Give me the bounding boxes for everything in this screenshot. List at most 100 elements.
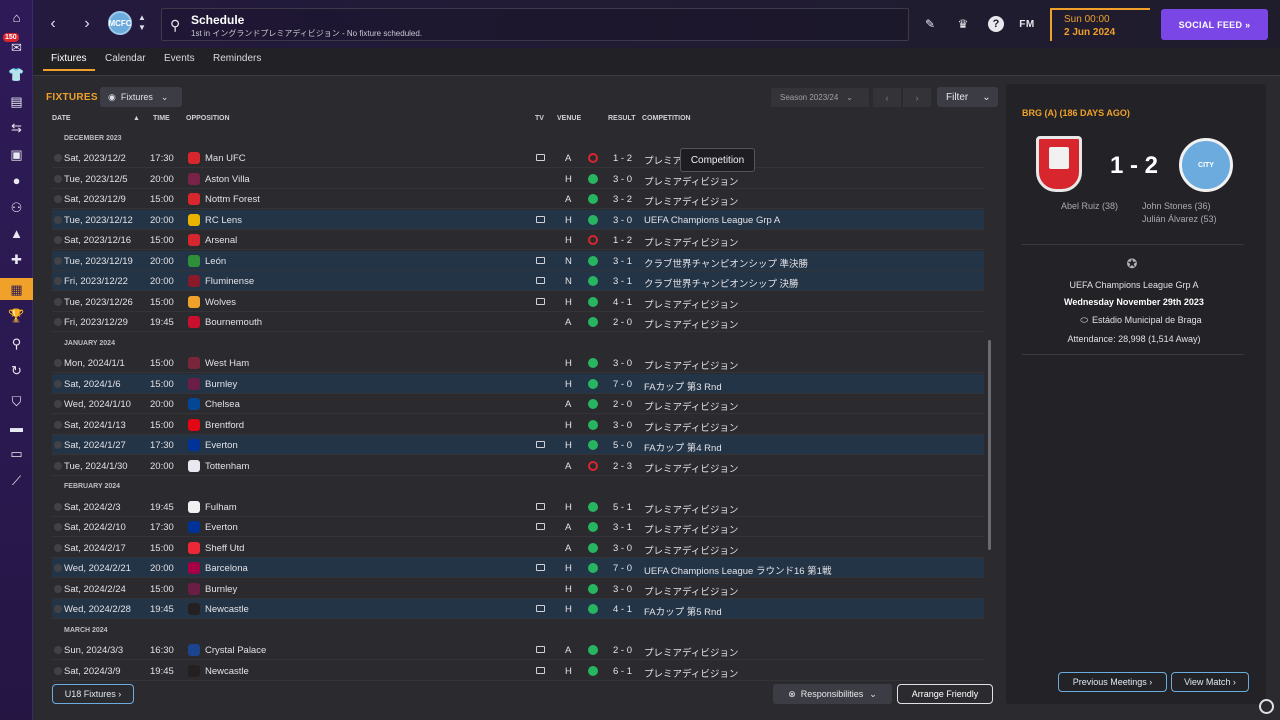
fixture-opponent[interactable]: RC Lens <box>205 215 242 226</box>
opponent-crest-icon[interactable] <box>188 255 200 267</box>
fixture-opponent[interactable]: West Ham <box>205 358 249 369</box>
fixture-competition[interactable]: プレミアディビジョン <box>644 584 738 598</box>
fixture-competition[interactable]: プレミアディビジョン <box>644 461 738 475</box>
opponent-crest-icon[interactable] <box>188 378 200 390</box>
opponent-crest-icon[interactable] <box>188 665 200 677</box>
opponent-crest-icon[interactable] <box>188 439 200 451</box>
u18-fixtures-button[interactable]: U18 Fixtures › <box>52 684 134 704</box>
opponent-crest-icon[interactable] <box>188 398 200 410</box>
ball-icon[interactable]: ● <box>6 170 27 191</box>
help-circle-icon[interactable] <box>1259 699 1274 714</box>
tab-fixtures[interactable]: Fixtures <box>51 53 87 64</box>
fixture-result[interactable]: 4 - 1 <box>613 604 632 615</box>
fixture-row[interactable]: Sat, 2024/1/27 17:30 Everton H 5 - 0 FAカップ 第4… <box>52 435 984 455</box>
opponent-crest-icon[interactable] <box>188 603 200 615</box>
fixture-row[interactable]: Wed, 2024/2/28 19:45 Newcastle H 4 - 1 FAカップ … <box>52 599 984 619</box>
fixture-opponent[interactable]: Bournemouth <box>205 317 262 328</box>
fixture-competition[interactable]: FAカップ 第5 Rnd <box>644 604 722 618</box>
fixture-competition[interactable]: FAカップ 第3 Rnd <box>644 379 722 393</box>
fixture-competition[interactable]: プレミアディビジョン <box>644 358 738 372</box>
fixture-opponent[interactable]: Brentford <box>205 420 244 431</box>
fixture-result[interactable]: 3 - 1 <box>613 256 632 267</box>
fixture-row[interactable]: Tue, 2023/12/19 20:00 León N 3 - 1 クラブ世界チャンピオ… <box>52 251 984 271</box>
fixture-competition[interactable]: プレミアディビジョン <box>644 317 738 331</box>
opponent-crest-icon[interactable] <box>188 152 200 164</box>
fixture-opponent[interactable]: Arsenal <box>205 235 237 246</box>
fixture-opponent[interactable]: Chelsea <box>205 399 240 410</box>
fixture-competition[interactable]: プレミアディビジョン <box>644 502 738 516</box>
man-city-crest[interactable]: CITY <box>1179 138 1233 192</box>
fm-logo[interactable]: FM <box>1017 14 1037 34</box>
fixture-result[interactable]: 7 - 0 <box>613 563 632 574</box>
fixture-row[interactable]: Wed, 2024/1/10 20:00 Chelsea A 2 - 0 プレミアディビジ… <box>52 394 984 414</box>
fixture-row[interactable]: Fri, 2023/12/22 20:00 Fluminense N 3 - 1 クラブ世… <box>52 271 984 291</box>
fixture-competition[interactable]: プレミアディビジョン <box>644 420 738 434</box>
fixture-row[interactable]: Sat, 2024/2/3 19:45 Fulham H 5 - 1 プレミアディビジョン <box>52 497 984 517</box>
fixture-row[interactable]: Tue, 2023/12/26 15:00 Wolves H 4 - 1 プレミアディビジ… <box>52 292 984 312</box>
opponent-crest-icon[interactable] <box>188 521 200 533</box>
fixture-competition[interactable]: UEFA Champions League ラウンド16 第1戦 <box>644 563 831 577</box>
fixture-competition[interactable]: クラブ世界チャンピオンシップ 決勝 <box>644 276 799 290</box>
fixture-row[interactable]: Tue, 2023/12/5 20:00 Aston Villa H 3 - 0 プレミア… <box>52 169 984 189</box>
col-date[interactable]: DATE <box>52 115 71 122</box>
fixture-result[interactable]: 2 - 0 <box>613 399 632 410</box>
tab-calendar[interactable]: Calendar <box>105 53 146 64</box>
fixture-opponent[interactable]: Crystal Palace <box>205 645 266 656</box>
opponent-crest-icon[interactable] <box>188 460 200 472</box>
fixture-opponent[interactable]: Nottm Forest <box>205 194 260 205</box>
fixtures-view-dropdown[interactable]: ◉ Fixtures ⌄ <box>100 87 182 107</box>
date-box[interactable]: Sun 00:00 2 Jun 2024 <box>1050 8 1150 41</box>
fixture-opponent[interactable]: Aston Villa <box>205 174 250 185</box>
responsibilities-button[interactable]: ⊗ Responsibilities ⌄ <box>773 684 892 704</box>
refresh-icon[interactable]: ↻ <box>6 360 27 381</box>
opponent-crest-icon[interactable] <box>188 542 200 554</box>
home-icon[interactable]: ⌂ <box>6 7 27 28</box>
club-badge[interactable]: MCFC <box>108 11 132 35</box>
fixture-result[interactable]: 5 - 1 <box>613 502 632 513</box>
fixture-row[interactable]: Sat, 2023/12/9 15:00 Nottm Forest A 3 - 2 プレミ… <box>52 189 984 209</box>
season-select[interactable]: Season 2023/24 ⌄ <box>771 88 869 107</box>
fixture-row[interactable]: Mon, 2024/1/1 15:00 West Ham H 3 - 0 プレミアディビジ… <box>52 353 984 373</box>
edit-icon[interactable]: ✎ <box>920 14 940 34</box>
fixture-result[interactable]: 6 - 1 <box>613 666 632 677</box>
fixture-competition[interactable]: プレミア <box>644 153 682 167</box>
kit-icon[interactable]: 👕 <box>6 64 27 85</box>
back-button[interactable]: ‹ <box>41 12 65 36</box>
fixture-opponent[interactable]: Man UFC <box>205 153 246 164</box>
fixture-opponent[interactable]: Fluminense <box>205 276 254 287</box>
fixture-result[interactable]: 2 - 3 <box>613 461 632 472</box>
previous-page-button[interactable]: ‹ <box>873 88 901 107</box>
arrange-friendly-button[interactable]: Arrange Friendly <box>897 684 993 704</box>
fixture-result[interactable]: 3 - 1 <box>613 276 632 287</box>
help-icon[interactable]: ? <box>988 16 1004 32</box>
briefcase-icon[interactable]: ▬ <box>6 417 27 438</box>
col-time[interactable]: TIME <box>153 115 170 122</box>
fixture-row[interactable]: Fri, 2023/12/29 19:45 Bournemouth A 2 - 0 プレミ… <box>52 312 984 332</box>
medical-icon[interactable]: ✚ <box>6 249 27 270</box>
ticket-icon[interactable]: ▭ <box>6 443 27 464</box>
fixtures-scrollbar[interactable] <box>988 340 991 550</box>
fixture-opponent[interactable]: Burnley <box>205 379 237 390</box>
trend-icon[interactable]: ⟋ <box>6 470 27 491</box>
opponent-crest-icon[interactable] <box>188 214 200 226</box>
opponent-crest-icon[interactable] <box>188 562 200 574</box>
opponent-crest-icon[interactable] <box>188 644 200 656</box>
fixture-competition[interactable]: プレミアディビジョン <box>644 399 738 413</box>
fixture-competition[interactable]: FAカップ 第4 Rnd <box>644 440 722 454</box>
report-icon[interactable]: ▣ <box>6 144 27 165</box>
fixture-opponent[interactable]: Everton <box>205 522 238 533</box>
col-competition[interactable]: COMPETITION <box>642 115 691 122</box>
fixture-row[interactable]: Sat, 2023/12/16 15:00 Arsenal H 1 - 2 プレミアディビ… <box>52 230 984 250</box>
fixture-competition[interactable]: プレミアディビジョン <box>644 174 738 188</box>
fixture-competition[interactable]: UEFA Champions League Grp A <box>644 215 780 226</box>
shield-icon[interactable]: ⛉ <box>6 391 27 412</box>
next-page-button[interactable]: › <box>903 88 931 107</box>
fixture-result[interactable]: 3 - 0 <box>613 543 632 554</box>
fixture-result[interactable]: 3 - 0 <box>613 174 632 185</box>
fixture-result[interactable]: 4 - 1 <box>613 297 632 308</box>
people-icon[interactable]: ⚇ <box>6 197 27 218</box>
opponent-crest-icon[interactable] <box>188 316 200 328</box>
fixture-competition[interactable]: プレミアディビジョン <box>644 297 738 311</box>
fixture-result[interactable]: 7 - 0 <box>613 379 632 390</box>
tab-events[interactable]: Events <box>164 53 195 64</box>
